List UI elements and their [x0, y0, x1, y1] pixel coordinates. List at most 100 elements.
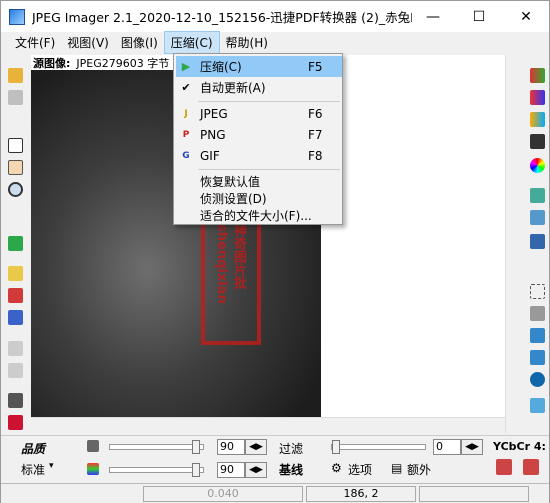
- quality-slider[interactable]: [109, 440, 204, 454]
- tool-6[interactable]: [527, 185, 547, 205]
- preset-dropdown[interactable]: 标准: [21, 461, 45, 478]
- gear-icon[interactable]: ⚙: [331, 461, 342, 475]
- color-slider-thumb[interactable]: [192, 463, 200, 477]
- left-toolbar: [2, 55, 28, 435]
- right-toolbar: [524, 55, 550, 435]
- filter-label: 过滤: [279, 442, 304, 456]
- close-button[interactable]: ✕: [503, 1, 549, 32]
- flip-icon: [529, 233, 545, 249]
- tool-8[interactable]: [527, 231, 547, 251]
- arrow-cursor-icon: [7, 137, 23, 153]
- window-title: JPEG Imager 2.1_2020-12-10_152156-迅捷PDF转…: [32, 10, 412, 25]
- compress-button[interactable]: [5, 233, 25, 253]
- menu-item-auto-update[interactable]: ✔ 自动更新(A): [176, 77, 342, 98]
- chevron-down-icon[interactable]: ▾: [49, 461, 54, 471]
- menu-help[interactable]: 帮助(H): [220, 32, 274, 53]
- color-icon: [87, 463, 99, 475]
- menu-bar: 文件(F) 视图(V) 图像(I) 压缩(C) 帮助(H): [1, 31, 549, 54]
- select-icon: [529, 283, 545, 299]
- ycbcr-label: YCbCr 4:: [493, 440, 546, 453]
- jpeg-button[interactable]: [5, 263, 25, 283]
- previous-button[interactable]: [5, 338, 25, 358]
- tiles-icon: [529, 349, 545, 365]
- right-arrow-icon: [7, 362, 23, 378]
- quality-input[interactable]: 90: [217, 439, 245, 455]
- tool-14[interactable]: [527, 395, 547, 415]
- tool-5[interactable]: [527, 155, 547, 175]
- app-icon: [9, 8, 25, 25]
- menu-item-png[interactable]: P PNG F7: [176, 124, 342, 145]
- grid-icon: [529, 67, 545, 83]
- horizontal-scrollbar[interactable]: [31, 417, 505, 433]
- quality-slider-thumb[interactable]: [192, 440, 200, 454]
- open-button[interactable]: [5, 65, 25, 85]
- gif-button[interactable]: [5, 307, 25, 327]
- tool-9[interactable]: [527, 281, 547, 301]
- filter-spinner[interactable]: ◀▶: [461, 439, 483, 455]
- menu-compress[interactable]: 压缩(C): [163, 31, 220, 54]
- menu-separator: [198, 101, 340, 102]
- drop-icon: [529, 371, 545, 387]
- subsample-right-icon[interactable]: [523, 459, 539, 475]
- png-button[interactable]: [5, 285, 25, 305]
- tool-7[interactable]: [527, 207, 547, 227]
- status-ratio: 0.040: [143, 485, 303, 502]
- color-spinner[interactable]: ◀▶: [245, 462, 267, 478]
- filter-input[interactable]: 0: [433, 439, 461, 455]
- tool-3[interactable]: [527, 109, 547, 129]
- tool-10[interactable]: [527, 303, 547, 323]
- palette-icon: [529, 111, 545, 127]
- rotate-icon: [529, 187, 545, 203]
- title-bar: JPEG Imager 2.1_2020-12-10_152156-迅捷PDF转…: [1, 1, 549, 32]
- png-icon: P: [182, 129, 190, 140]
- extra-icon[interactable]: ▤: [391, 461, 402, 475]
- menu-item-jpeg[interactable]: J JPEG F6: [176, 103, 342, 124]
- filter-slider[interactable]: [331, 440, 426, 454]
- pointer-tool[interactable]: [5, 135, 25, 155]
- menu-file[interactable]: 文件(F): [9, 32, 61, 53]
- watermark-stamp: 神奇图片批 shenqixian: [201, 220, 261, 345]
- save-icon: [7, 392, 23, 408]
- app-window: JPEG Imager 2.1_2020-12-10_152156-迅捷PDF转…: [0, 0, 550, 503]
- tool-12[interactable]: [527, 347, 547, 367]
- hand-tool[interactable]: [5, 157, 25, 177]
- settings-panel: 品质 90 ◀▶ 标准 ▾ 90 ◀▶ 过滤 0 ◀▶ 基线 ⚙ 选项 ▤ 额外…: [1, 435, 549, 481]
- menu-view[interactable]: 视图(V): [61, 32, 115, 53]
- zoom-tool[interactable]: [5, 179, 25, 199]
- png-icon: [7, 287, 23, 303]
- save-button[interactable]: [5, 390, 25, 410]
- subsample-left-icon[interactable]: [496, 459, 512, 475]
- tool-13[interactable]: [527, 369, 547, 389]
- tool-1[interactable]: [527, 65, 547, 85]
- tool-2[interactable]: [527, 87, 547, 107]
- menu-item-fit-file-size[interactable]: 适合的文件大小(F)...: [176, 205, 342, 226]
- menu-item-compress[interactable]: ▶ 压缩(C) F5: [176, 56, 342, 77]
- filter-slider-thumb[interactable]: [332, 440, 340, 454]
- hand-icon: [7, 159, 23, 175]
- options-button[interactable]: 选项: [348, 461, 372, 478]
- extra-button[interactable]: 额外: [407, 461, 431, 478]
- paste-button[interactable]: [5, 87, 25, 107]
- next-button[interactable]: [5, 360, 25, 380]
- menu-separator: [198, 169, 340, 170]
- status-coords: 186, 2: [306, 485, 416, 502]
- export-button[interactable]: [5, 412, 25, 432]
- status-extra: [419, 485, 529, 502]
- vertical-scrollbar[interactable]: [505, 55, 521, 433]
- minimize-button[interactable]: —: [410, 1, 456, 32]
- maximize-button[interactable]: ☐: [456, 1, 502, 32]
- quality-label: 品质: [21, 442, 46, 456]
- left-arrow-icon: [7, 340, 23, 356]
- menu-image[interactable]: 图像(I): [115, 32, 164, 53]
- tool-4[interactable]: [527, 131, 547, 151]
- color-slider[interactable]: [109, 463, 204, 477]
- quality-spinner[interactable]: ◀▶: [245, 439, 267, 455]
- tool-11[interactable]: [527, 325, 547, 345]
- magnifier-icon: [7, 181, 23, 197]
- menu-item-gif[interactable]: G GIF F8: [176, 145, 342, 166]
- blocks-icon: [529, 327, 545, 343]
- color-input[interactable]: 90: [217, 462, 245, 478]
- source-label: 源图像:: [33, 56, 71, 70]
- layers-icon: [529, 397, 545, 413]
- baseline-dropdown[interactable]: 基线: [279, 461, 303, 478]
